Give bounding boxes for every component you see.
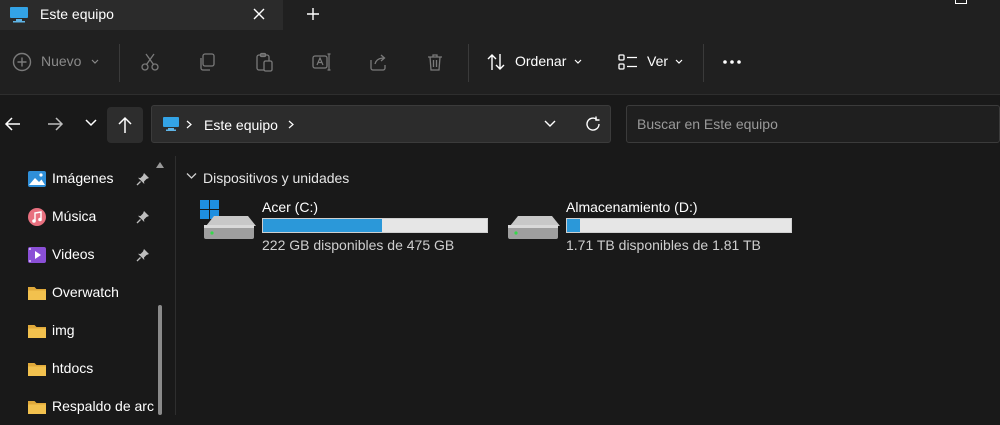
chevron-down-icon [675, 59, 683, 65]
rename-icon[interactable] [310, 51, 332, 73]
drive-name: Acer (C:) [262, 199, 318, 215]
sort-button[interactable]: Ordenar [515, 53, 566, 69]
sidebar-item-videos[interactable]: Videos [0, 237, 170, 273]
up-button[interactable] [107, 107, 143, 143]
pin-icon[interactable] [136, 248, 150, 262]
drive-tile-d[interactable]: Almacenamiento (D:) 1.71 TB disponibles … [504, 196, 799, 258]
storage-bar-fill [263, 219, 382, 232]
new-button[interactable]: Nuevo [41, 53, 81, 69]
toolbar-divider [119, 44, 120, 82]
sidebar-scrollbar[interactable] [158, 305, 162, 415]
drive-name: Almacenamiento (D:) [566, 199, 698, 215]
plus-icon[interactable] [302, 3, 324, 25]
view-icon[interactable] [617, 51, 639, 73]
sidebar-item-musica[interactable]: Música [0, 199, 170, 235]
monitor-icon [9, 6, 29, 23]
monitor-icon [162, 116, 180, 132]
sidebar-item-label: Imágenes [52, 170, 114, 186]
view-button[interactable]: Ver [647, 53, 668, 69]
pin-icon[interactable] [136, 210, 150, 224]
search-input[interactable] [626, 105, 1000, 143]
command-bar: Nuevo Ordenar Ver [0, 30, 1000, 95]
copy-icon[interactable] [196, 51, 218, 73]
drive-free-space: 222 GB disponibles de 475 GB [262, 237, 455, 253]
storage-bar [262, 218, 488, 233]
recent-locations-chevron-icon[interactable] [85, 119, 97, 127]
windows-drive-icon [200, 198, 256, 242]
sidebar-item-label: Videos [52, 246, 95, 262]
videos-icon [27, 245, 47, 265]
more-icon[interactable] [721, 51, 743, 73]
share-icon[interactable] [367, 51, 389, 73]
folder-icon [27, 283, 47, 303]
sidebar-item-imagenes[interactable]: Imágenes [0, 161, 170, 197]
drive-tile-c[interactable]: Acer (C:) 222 GB disponibles de 475 GB [200, 196, 490, 258]
refresh-icon[interactable] [583, 114, 603, 134]
folder-icon [27, 397, 47, 417]
tab-title: Este equipo [40, 6, 114, 22]
breadcrumb-chevron-icon[interactable] [186, 120, 192, 129]
toolbar-divider [468, 44, 469, 82]
drive-free-space: 1.71 TB disponibles de 1.81 TB [566, 237, 761, 253]
tab-este-equipo[interactable]: Este equipo [0, 0, 283, 30]
drive-icon [504, 198, 560, 242]
restore-icon[interactable] [955, 0, 967, 4]
navigation-pane: Imágenes Música Videos Overwatch img htd… [0, 156, 176, 415]
chevron-down-icon [574, 59, 582, 65]
add-circle-icon[interactable] [11, 51, 33, 73]
back-arrow-icon[interactable] [3, 114, 23, 134]
storage-bar-fill [567, 219, 581, 232]
chevron-down-icon [91, 59, 99, 65]
sidebar-item-label: Overwatch [52, 284, 119, 300]
sidebar-item-label: Respaldo de arc [52, 398, 154, 414]
address-history-chevron-icon[interactable] [544, 120, 556, 128]
collapse-chevron-icon[interactable] [186, 172, 197, 180]
sort-icon[interactable] [485, 51, 507, 73]
pin-icon[interactable] [136, 172, 150, 186]
music-icon [27, 207, 47, 227]
folder-icon [27, 321, 47, 341]
breadcrumb-chevron-icon[interactable] [288, 120, 294, 129]
sidebar-item-respaldo[interactable]: Respaldo de arc [0, 389, 154, 425]
sidebar-item-overwatch[interactable]: Overwatch [0, 275, 170, 311]
sidebar-item-label: htdocs [52, 360, 94, 376]
storage-bar [566, 218, 792, 233]
trash-icon[interactable] [424, 51, 446, 73]
sidebar-item-label: Música [52, 208, 97, 224]
forward-arrow-icon[interactable] [45, 114, 65, 134]
close-icon[interactable] [248, 3, 270, 25]
sidebar-item-htdocs[interactable]: htdocs [0, 351, 170, 387]
address-bar[interactable]: Este equipo [151, 105, 611, 143]
sidebar-item-label: img [52, 322, 75, 338]
toolbar-divider [703, 44, 704, 82]
breadcrumb-este-equipo[interactable]: Este equipo [204, 117, 278, 133]
paste-icon[interactable] [253, 51, 275, 73]
up-arrow-icon [115, 115, 135, 135]
scissors-icon[interactable] [139, 51, 161, 73]
pictures-icon [27, 169, 47, 189]
scroll-up-arrow-icon[interactable] [155, 161, 165, 169]
sidebar-item-img[interactable]: img [0, 313, 170, 349]
group-header[interactable]: Dispositivos y unidades [203, 170, 349, 186]
folder-icon [27, 359, 47, 379]
